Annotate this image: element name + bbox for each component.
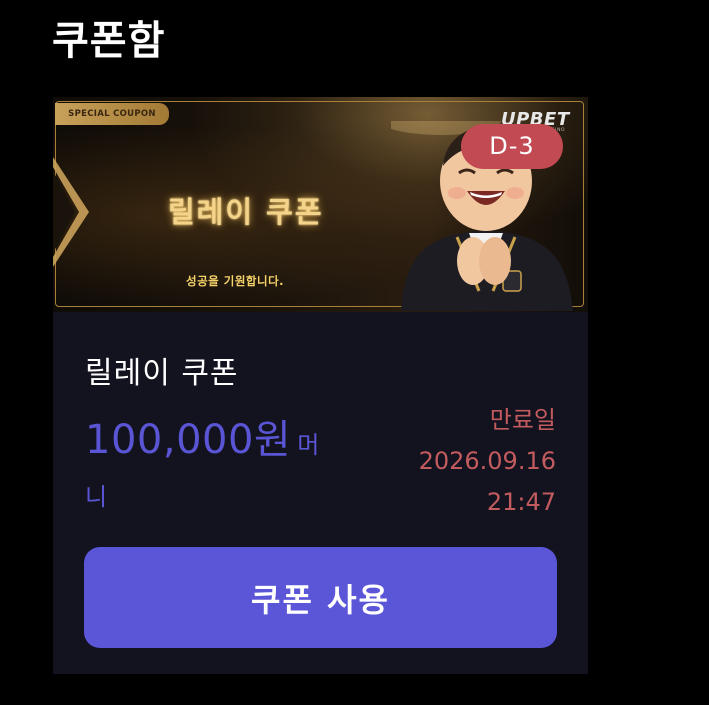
banner-title: 릴레이 쿠폰 — [168, 195, 324, 229]
page-title: 쿠폰함 — [52, 18, 166, 64]
chevron-right-icon — [53, 157, 89, 267]
expiry-block: 만료일 2026.09.16 21:47 — [419, 400, 556, 523]
coupon-card: SPECIAL COUPON 릴레이 쿠폰 성공을 기원합니다. UPBET D… — [53, 97, 588, 674]
coupon-banner-image: SPECIAL COUPON 릴레이 쿠폰 성공을 기원합니다. UPBET D… — [53, 97, 588, 312]
use-coupon-button[interactable]: 쿠폰 사용 — [84, 547, 557, 648]
coupon-amount: 100,000원 — [85, 417, 292, 463]
coupon-amount-block: 100,000원 머 니 — [85, 407, 385, 511]
dday-badge: D-3 — [461, 124, 563, 169]
expiry-date: 2026.09.16 — [418, 447, 556, 475]
special-coupon-tag: SPECIAL COUPON — [55, 103, 169, 125]
expiry-time: 21:47 — [486, 488, 556, 516]
banner-subtitle: 성공을 기원합니다. — [186, 274, 285, 288]
expiry-label: 만료일 — [489, 406, 556, 434]
coupon-amount-unit-wrap: 니 — [85, 483, 108, 511]
coupon-name: 릴레이 쿠폰 — [85, 356, 239, 391]
coupon-amount-unit: 머 — [297, 431, 320, 459]
